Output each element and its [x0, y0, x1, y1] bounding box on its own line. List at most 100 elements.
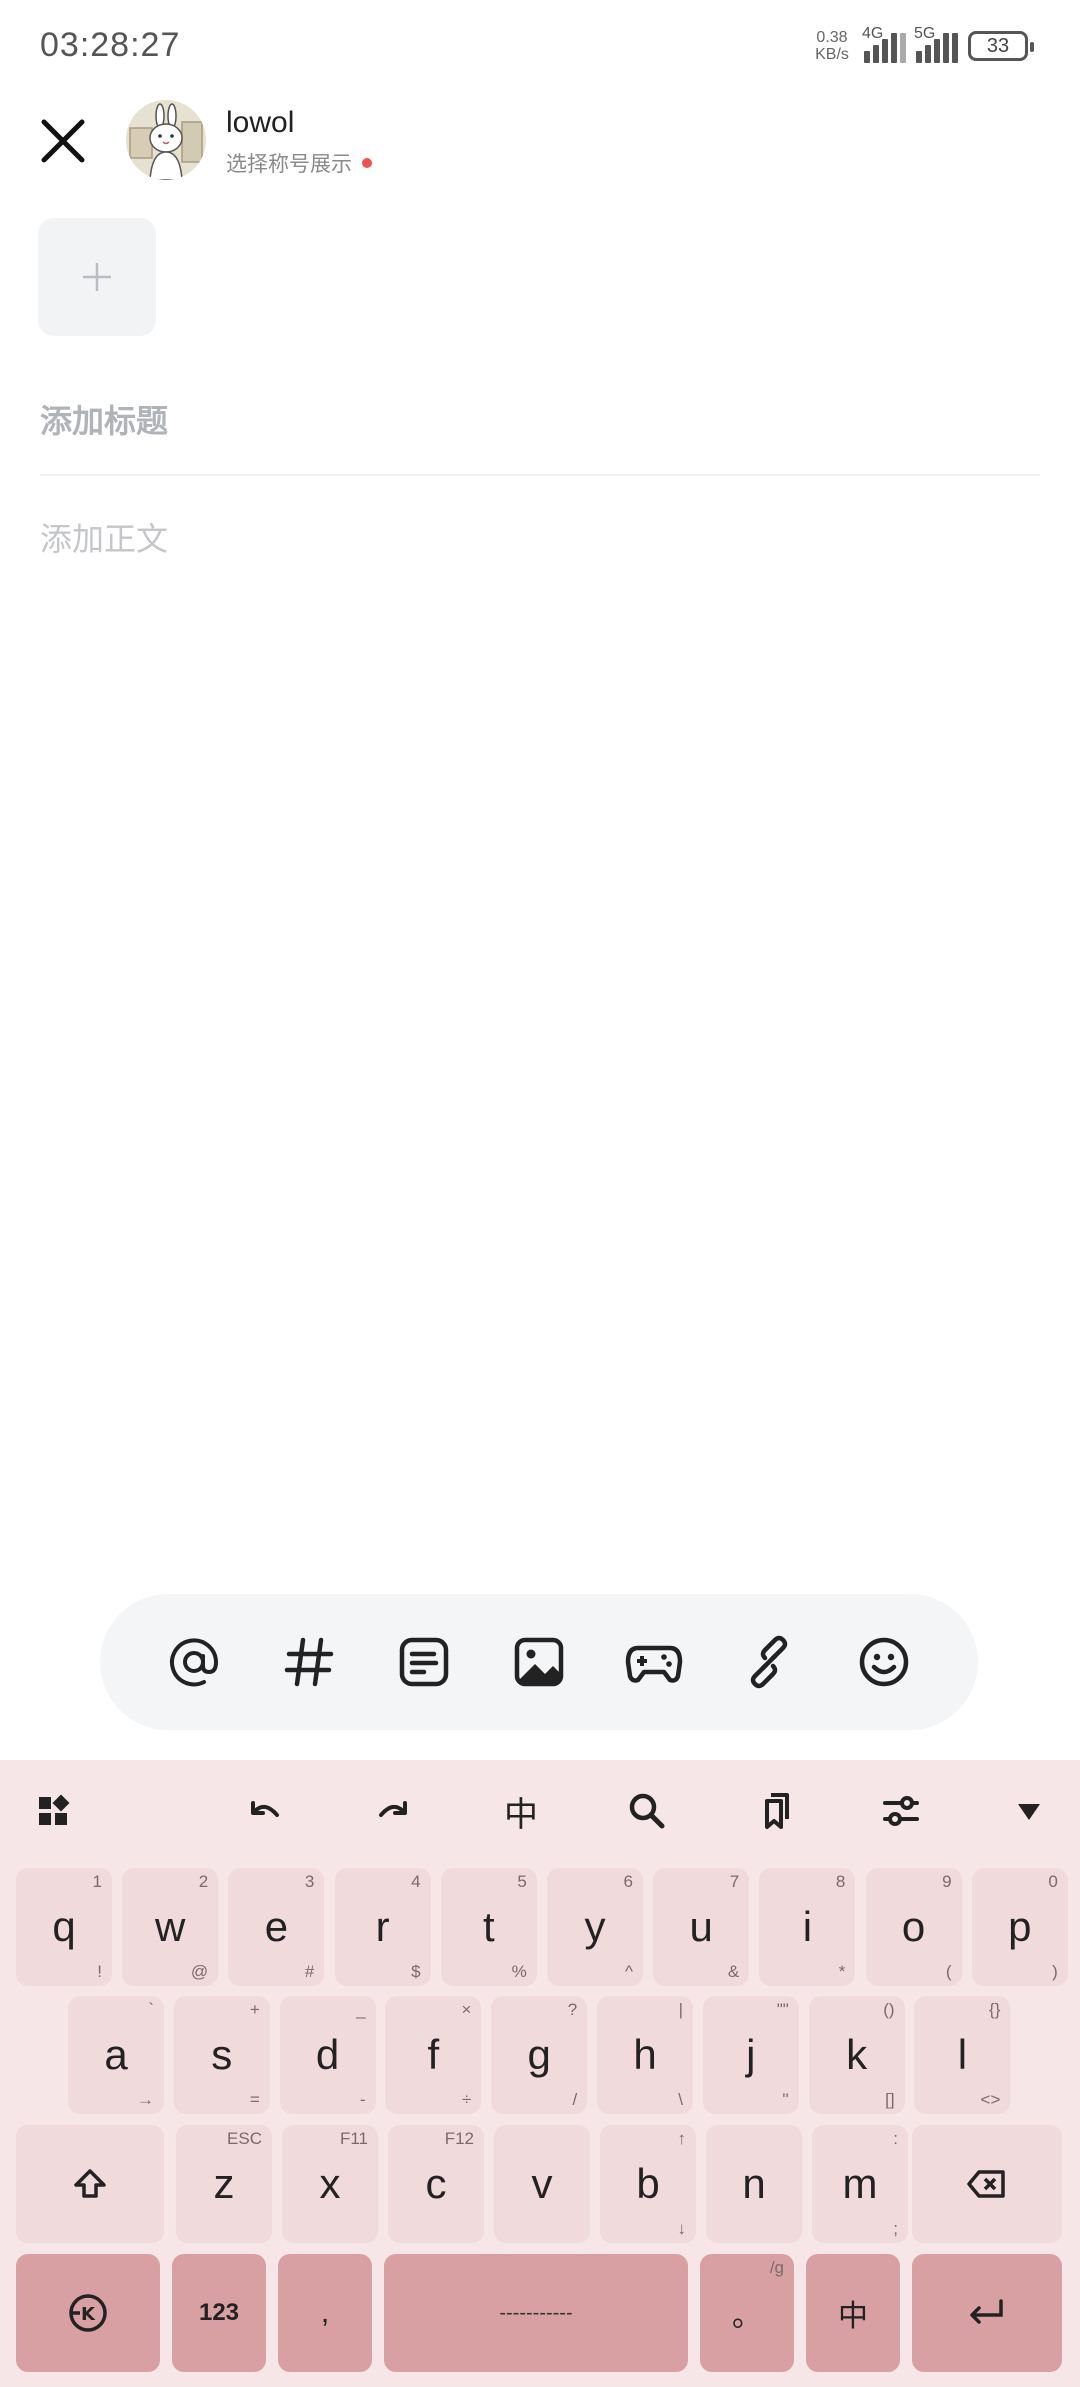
key-label: r [375, 1903, 390, 1950]
key-alt-top: _ [356, 2000, 366, 2019]
key-alt-bottom: ÷ [462, 2090, 472, 2109]
backspace-key[interactable] [912, 2125, 1062, 2243]
key-label: y [584, 1903, 606, 1950]
key-label: f [427, 2031, 440, 2078]
close-button[interactable] [36, 114, 90, 168]
hide-keyboard-button[interactable] [1004, 1786, 1054, 1836]
period-key-label: 。 [732, 2300, 762, 2333]
input-language-button[interactable]: 中 [496, 1786, 546, 1836]
triangle-down-icon [1018, 1804, 1040, 1820]
language-switch-key[interactable]: 中 [806, 2254, 900, 2372]
key-alt-top: "" [776, 2000, 789, 2019]
key-alt-bottom: ) [1052, 1962, 1058, 1981]
keyboard-menu-button[interactable] [28, 1786, 78, 1836]
key-alt-top: 7 [729, 1872, 740, 1891]
body-input[interactable]: 添加正文 [40, 514, 168, 560]
key-p[interactable]: p 0) [971, 1868, 1068, 1986]
space-key[interactable]: ----------- [384, 2254, 688, 2372]
key-d[interactable]: d _ - [279, 1996, 376, 2114]
keyboard-settings-button[interactable] [876, 1786, 926, 1836]
avatar[interactable] [126, 100, 206, 180]
key-u[interactable]: u 7 & [653, 1868, 750, 1986]
key-g[interactable]: g? / [491, 1996, 588, 2114]
hashtag-button[interactable] [276, 1629, 342, 1695]
numbers-key[interactable]: 123 [172, 2254, 266, 2372]
game-controller-icon [625, 1645, 683, 1683]
key-alt-bottom: '' [782, 2090, 789, 2109]
template-icon [399, 1637, 449, 1687]
key-l[interactable]: l {} <> [914, 1996, 1011, 2114]
key-r[interactable]: r 4 $ [334, 1868, 431, 1986]
key-z[interactable]: z ESC [176, 2125, 272, 2243]
mention-icon [169, 1638, 218, 1687]
notification-dot [362, 158, 372, 168]
key-alt-top: × [461, 2000, 472, 2019]
mention-button[interactable] [161, 1629, 227, 1695]
key-alt-bottom: @ [190, 1962, 209, 1981]
redo-button[interactable] [368, 1786, 418, 1836]
network-speed: 0.38 KB/s [810, 29, 854, 63]
key-label: a [104, 2031, 128, 2078]
key-y[interactable]: y 6 ^ [547, 1868, 643, 1986]
key-label: g [527, 2031, 551, 2078]
select-title-link[interactable]: 选择称号展示 [226, 148, 372, 178]
key-h[interactable]: h | \ [597, 1996, 693, 2114]
clipboard-button[interactable] [750, 1786, 800, 1836]
keyboard-search-button[interactable] [622, 1786, 672, 1836]
key-o[interactable]: o 9 ( [865, 1868, 962, 1986]
key-j[interactable]: j "" '' [702, 1996, 799, 2114]
undo-button[interactable] [240, 1786, 290, 1836]
key-label: l [957, 2031, 968, 2078]
key-e[interactable]: e 3 # [228, 1868, 325, 1986]
keyboard-toolbar: 中 [0, 1760, 1080, 1860]
link-icon [751, 1635, 788, 1689]
template-button[interactable] [391, 1629, 457, 1695]
key-alt-top: + [249, 2000, 260, 2019]
comma-key[interactable]: , [278, 2254, 372, 2372]
key-label: x [319, 2160, 341, 2207]
key-c[interactable]: c F12 [388, 2125, 484, 2243]
title-input[interactable]: 添加标题 [40, 396, 168, 442]
key-alt-top: ` [148, 2000, 154, 2019]
key-a[interactable]: a ` → [68, 1996, 164, 2114]
key-label: j [746, 2031, 756, 2078]
search-icon [629, 1793, 665, 1829]
close-icon [41, 119, 85, 163]
shift-key[interactable] [16, 2125, 164, 2243]
key-alt-bottom: $ [411, 1962, 421, 1981]
key-b[interactable]: b ↑ ↓ [600, 2125, 696, 2243]
key-alt-bottom: / [572, 2090, 578, 2109]
link-button[interactable] [736, 1629, 802, 1695]
emoji-icon [860, 1637, 909, 1687]
grid-menu-icon [39, 1794, 70, 1825]
key-i[interactable]: i 8 * [759, 1868, 856, 1986]
game-button[interactable] [621, 1629, 687, 1695]
key-label: k [846, 2031, 868, 2078]
key-alt-bottom: ↓ [677, 2219, 687, 2238]
key-t[interactable]: t 5% [440, 1868, 537, 1986]
emoji-keyboard-key[interactable]: K [16, 2254, 160, 2372]
key-n[interactable]: n [706, 2125, 802, 2243]
image-button[interactable] [506, 1629, 572, 1695]
add-image-button[interactable] [38, 218, 156, 336]
key-alt-bottom: ! [97, 1962, 102, 1981]
key-alt-bottom: ; [893, 2219, 898, 2238]
key-v[interactable]: v [494, 2125, 590, 2243]
key-m[interactable]: m:; [812, 2125, 908, 2243]
key-f[interactable]: f × ÷ [385, 1996, 482, 2114]
network-speed-unit: KB/s [815, 46, 849, 63]
key-alt-bottom: ^ [625, 1962, 633, 1981]
key-q[interactable]: q 1! [16, 1868, 112, 1986]
key-label: u [689, 1903, 713, 1950]
plus-icon [83, 263, 111, 291]
emoji-button[interactable] [851, 1629, 917, 1695]
key-label: t [482, 1903, 495, 1950]
key-s[interactable]: s + = [173, 1996, 270, 2114]
enter-key[interactable] [912, 2254, 1062, 2372]
key-w[interactable]: w 2 @ [122, 1868, 219, 1986]
key-x[interactable]: x F11 [282, 2125, 378, 2243]
key-k[interactable]: k () [] [808, 1996, 905, 2114]
key-alt-bottom: [] [885, 2090, 895, 2109]
select-title-label: 选择称号展示 [226, 153, 352, 176]
period-key[interactable]: 。 /g [700, 2254, 794, 2372]
